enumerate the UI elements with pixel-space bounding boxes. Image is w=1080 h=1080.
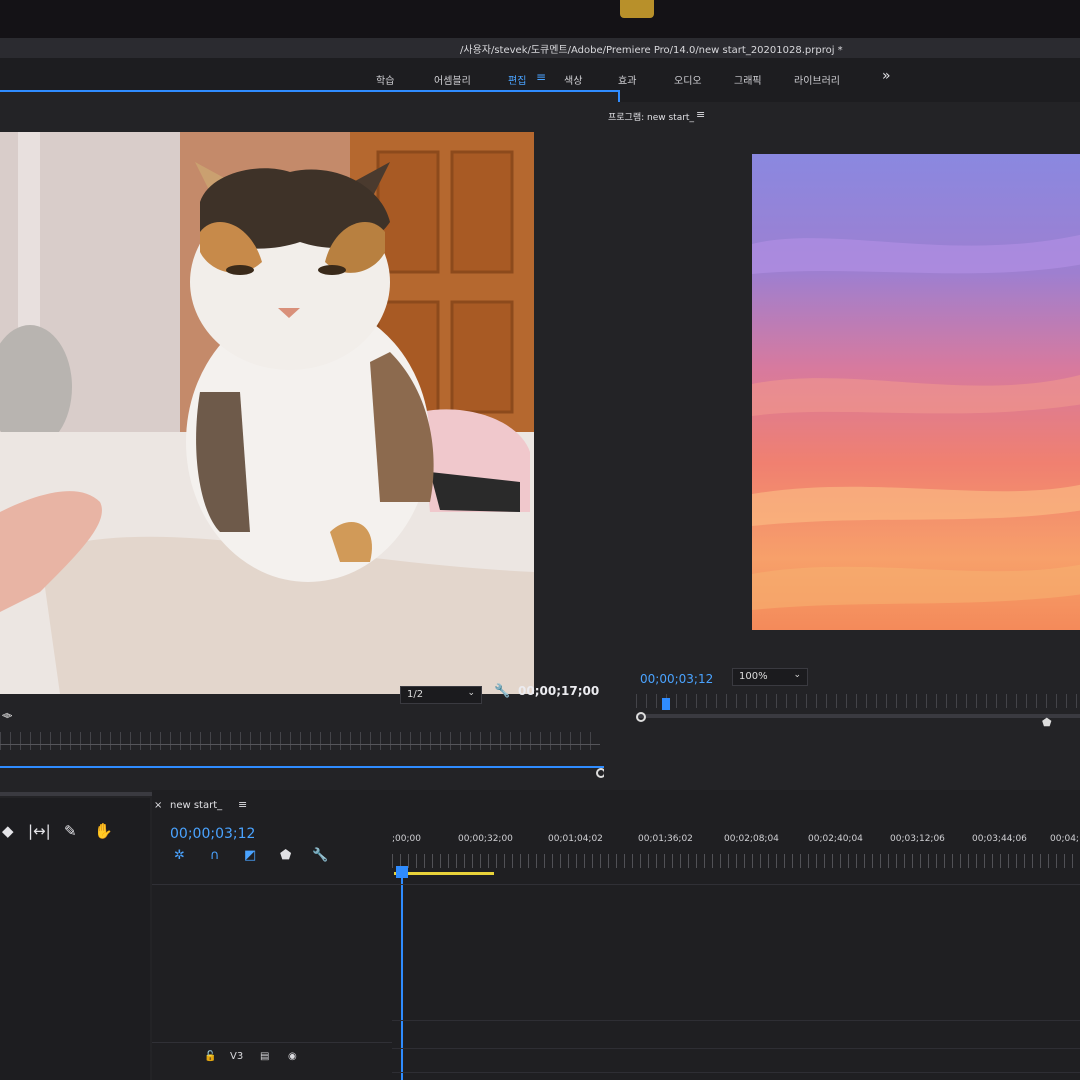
track-separator xyxy=(392,1072,1080,1073)
ruler-label: 00;04;1 xyxy=(1050,834,1080,844)
title-bar: /사용자/stevek/도큐멘트/Adobe/Premiere Pro/14.0… xyxy=(0,38,1080,58)
track-header-v3: 🔓 V3 ▤ ◉ xyxy=(152,1042,392,1072)
program-time-ruler[interactable] xyxy=(636,694,1080,708)
source-time-ruler[interactable] xyxy=(0,732,600,750)
source-duration-timecode: 00;00;17;00 xyxy=(518,684,600,698)
marker-icon[interactable]: ⬟ xyxy=(1042,716,1052,729)
timeline-settings-wrench-icon[interactable]: 🔧 xyxy=(312,848,328,863)
add-marker-icon[interactable]: ⬟ xyxy=(280,848,291,863)
chevron-down-icon: ⌄ xyxy=(467,688,475,698)
program-video-frame xyxy=(752,154,1080,630)
program-scrub-bar[interactable] xyxy=(636,714,1080,718)
program-monitor-title[interactable]: 프로그램: new start_ xyxy=(608,110,694,123)
more-workspaces-icon[interactable]: » xyxy=(882,68,891,84)
monitor-bezel xyxy=(0,0,1080,38)
ruler-label: 00;02;40;04 xyxy=(808,834,863,844)
snap-magnet-icon[interactable]: ∩ xyxy=(210,848,220,863)
sunset-sky-photo xyxy=(752,154,1080,630)
premiere-window: /사용자/stevek/도큐멘트/Adobe/Premiere Pro/14.0… xyxy=(0,38,1080,1080)
source-zoom-select[interactable]: 1/2 ⌄ xyxy=(400,686,482,704)
timeline-playhead-timecode[interactable]: 00;00;03;12 xyxy=(170,826,255,842)
source-video-frame xyxy=(0,132,534,694)
workspace-tab-editing[interactable]: 편집 xyxy=(508,72,526,87)
workspace-tab-learning[interactable]: 학습 xyxy=(376,72,394,87)
source-monitor-panel: 1/2 ⌄ 🔧 00;00;17;00 ⫷⫸ + ➤ ▶ ▸▏ →} ⊞ ⊟ ◙ xyxy=(0,90,620,835)
workspace-tab-graphics[interactable]: 그래픽 xyxy=(734,72,762,87)
eye-icon[interactable]: ◉ xyxy=(288,1051,297,1062)
track-separator xyxy=(392,1020,1080,1021)
tools-panel: ◆ |↔| ✎ ✋ xyxy=(0,798,150,1080)
ruler-label: 00;01;04;02 xyxy=(548,834,603,844)
ruler-label: 00;01;36;02 xyxy=(638,834,693,844)
program-zoom-select[interactable]: 100% ⌄ xyxy=(732,668,808,686)
track-separator xyxy=(392,1048,1080,1049)
pen-tool-icon[interactable]: ✎ xyxy=(64,822,77,840)
panel-menu-icon[interactable]: ≡ xyxy=(696,108,705,121)
ruler-label: 00;00;32;00 xyxy=(458,834,513,844)
window-title: /사용자/stevek/도큐멘트/Adobe/Premiere Pro/14.0… xyxy=(460,45,843,56)
lock-icon[interactable]: 🔓 xyxy=(204,1051,216,1062)
panel-menu-icon[interactable]: ≡ xyxy=(238,798,247,811)
webcam-light xyxy=(620,0,654,18)
razor-tool-icon[interactable]: ◆ xyxy=(2,822,14,840)
ruler-label: 00;02;08;04 xyxy=(724,834,779,844)
nest-icon[interactable]: ✲ xyxy=(174,848,185,863)
cat-photo xyxy=(0,132,534,694)
workspace-tab-effects[interactable]: 효과 xyxy=(618,72,636,87)
workspace-tab-assembly[interactable]: 어셈블리 xyxy=(434,72,471,87)
timeline-playhead-line xyxy=(401,876,403,1080)
source-ruler-baseline xyxy=(0,744,600,745)
workspace-menu-icon[interactable]: ≡ xyxy=(536,70,546,84)
chevron-down-icon: ⌄ xyxy=(793,670,801,680)
workspace-tab-audio[interactable]: 오디오 xyxy=(674,72,702,87)
program-zoom-value: 100% xyxy=(739,671,768,682)
hand-tool-icon[interactable]: ✋ xyxy=(94,822,113,840)
source-settings-wrench-icon[interactable]: 🔧 xyxy=(494,684,510,699)
timeline-time-ruler[interactable] xyxy=(392,854,1080,868)
source-zoom-value: 1/2 xyxy=(407,689,424,700)
ruler-label: ;00;00 xyxy=(392,834,421,844)
linked-selection-icon[interactable]: ◩ xyxy=(244,848,256,863)
timeline-header-divider xyxy=(152,884,1080,885)
drag-audio-only-icon[interactable]: ⫷⫸ xyxy=(2,710,12,721)
close-icon[interactable]: × xyxy=(154,800,162,811)
program-playhead[interactable] xyxy=(662,698,670,710)
program-playhead-timecode[interactable]: 00;00;03;12 xyxy=(640,672,713,686)
program-in-handle[interactable] xyxy=(636,712,646,722)
sequence-tab[interactable]: new start_ xyxy=(170,800,222,811)
workspace-tab-color[interactable]: 색상 xyxy=(564,72,582,87)
slip-tool-icon[interactable]: |↔| xyxy=(28,822,51,840)
work-area-bar[interactable] xyxy=(394,872,494,875)
ruler-label: 00;03;12;06 xyxy=(890,834,945,844)
ruler-label: 00;03;44;06 xyxy=(972,834,1027,844)
timeline-panel: × new start_ ≡ 00;00;03;12 ✲ ∩ ◩ ⬟ 🔧 ;00… xyxy=(152,790,1080,1080)
track-label-v3[interactable]: V3 xyxy=(230,1051,243,1062)
sync-lock-icon[interactable]: ▤ xyxy=(260,1051,269,1062)
program-monitor-panel: 프로그램: new start_ ≡ 00;00;03;12 100% ⌄ ⬟ xyxy=(604,102,1080,782)
workspace-tab-libraries[interactable]: 라이브러리 xyxy=(794,72,840,87)
